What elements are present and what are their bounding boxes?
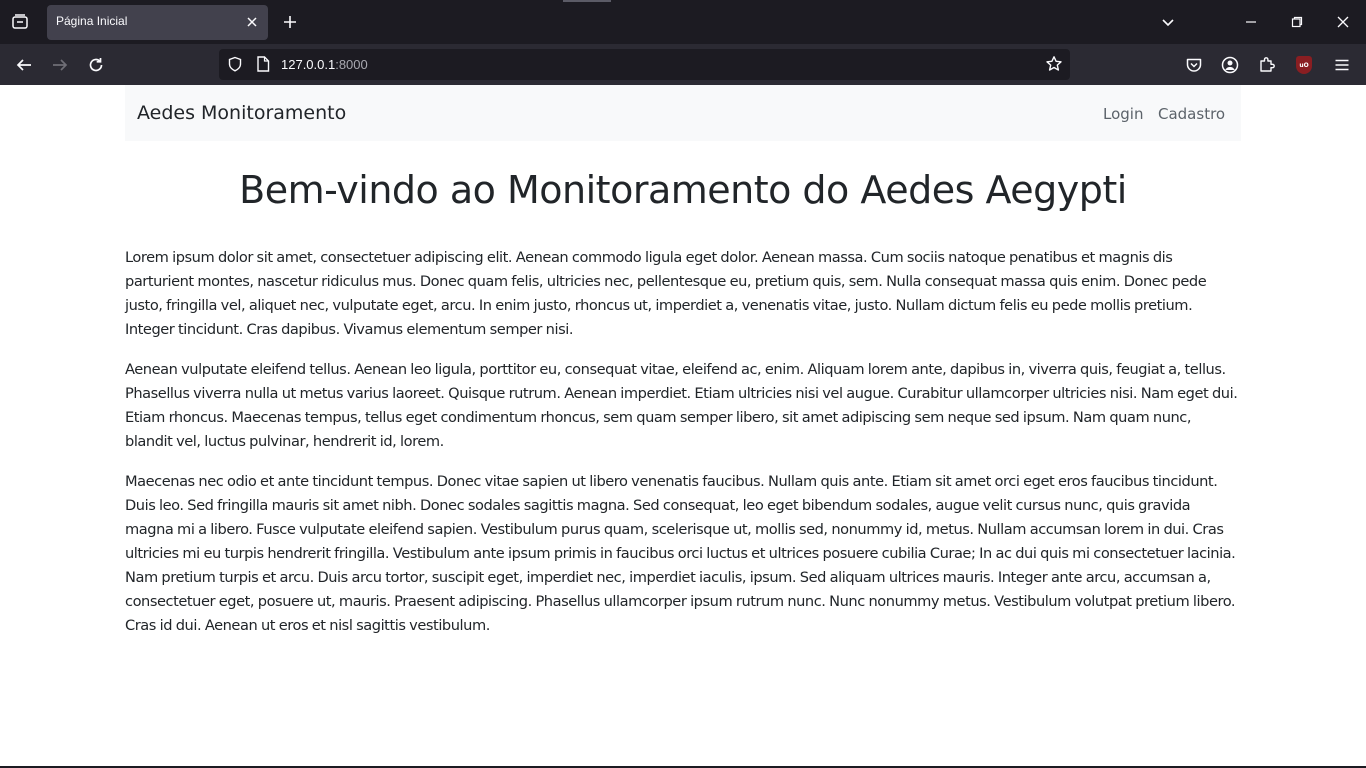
brand-link[interactable]: Aedes Monitoramento xyxy=(137,102,346,124)
nav-link-cadastro[interactable]: Cadastro xyxy=(1158,105,1225,123)
ublock-badge: uO xyxy=(1296,56,1312,74)
address-bar[interactable]: 127.0.0.1:8000 xyxy=(219,49,1070,80)
close-icon[interactable] xyxy=(242,12,262,32)
star-icon[interactable] xyxy=(1044,54,1064,74)
account-icon[interactable] xyxy=(1219,54,1241,76)
paragraph-3: Maecenas nec odio et ante tincidunt temp… xyxy=(125,473,1236,634)
minimize-icon[interactable] xyxy=(1240,11,1262,33)
browser-tab-strip: Página Inicial xyxy=(0,0,1366,44)
paragraph-2: Aenean vulputate eleifend tellus. Aenean… xyxy=(125,361,1238,450)
browser-tab-active[interactable]: Página Inicial xyxy=(47,5,268,40)
shield-icon[interactable] xyxy=(226,55,244,73)
url-port: :8000 xyxy=(335,57,368,72)
url-text[interactable]: 127.0.0.1:8000 xyxy=(281,57,368,72)
restore-icon[interactable] xyxy=(1286,11,1308,33)
window-close-icon[interactable] xyxy=(1332,11,1354,33)
puzzle-icon[interactable] xyxy=(1256,54,1278,76)
arrow-right-icon[interactable] xyxy=(48,53,72,77)
page-title: Bem-vindo ao Monitoramento do Aedes Aegy… xyxy=(239,168,1127,212)
nav-link-login[interactable]: Login xyxy=(1103,105,1143,123)
url-host: 127.0.0.1 xyxy=(281,57,336,72)
ublock-icon[interactable]: uO xyxy=(1293,54,1315,76)
web-page: Aedes Monitoramento Login Cadastro Bem-v… xyxy=(0,85,1366,768)
hamburger-menu-icon[interactable] xyxy=(1331,54,1353,76)
plus-icon[interactable] xyxy=(279,11,301,33)
tab-drag-indicator xyxy=(563,0,611,2)
tab-list-icon[interactable] xyxy=(8,10,32,34)
arrow-left-icon[interactable] xyxy=(12,53,36,77)
browser-toolbar: 127.0.0.1:8000 uO xyxy=(0,44,1366,85)
chevron-down-icon[interactable] xyxy=(1157,11,1179,33)
reload-icon[interactable] xyxy=(84,53,108,77)
paragraph-1: Lorem ipsum dolor sit amet, consectetuer… xyxy=(125,249,1207,338)
page-icon[interactable] xyxy=(254,55,272,73)
tab-title: Página Inicial xyxy=(56,14,128,28)
site-navbar: Aedes Monitoramento Login Cadastro xyxy=(125,85,1241,141)
pocket-icon[interactable] xyxy=(1183,54,1205,76)
